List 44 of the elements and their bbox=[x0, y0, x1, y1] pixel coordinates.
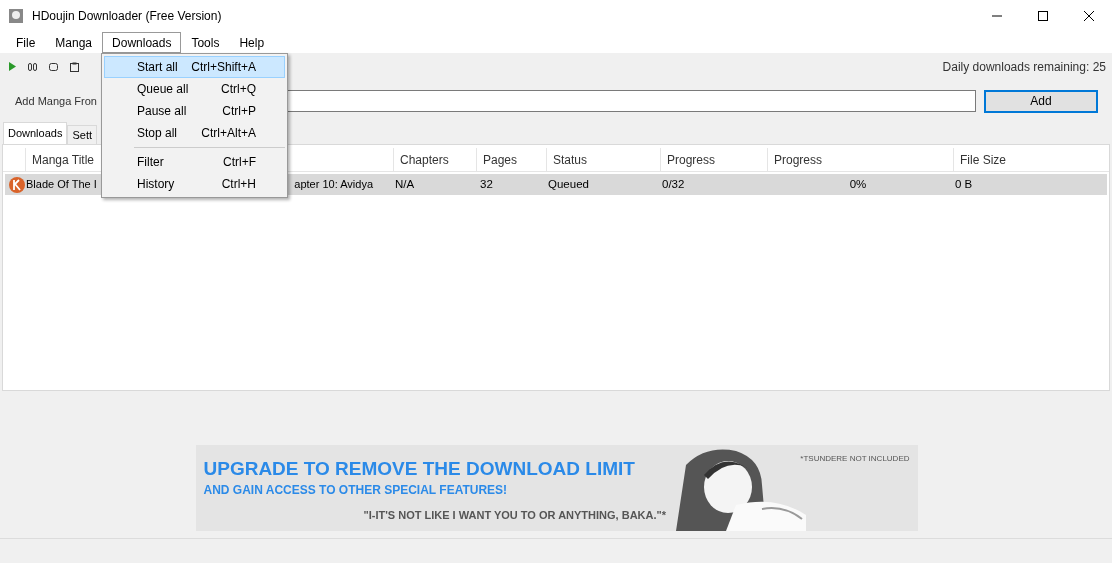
menu-entry[interactable]: Start all Ctrl+Shift+A bbox=[104, 56, 285, 78]
table-cell-text: N/A bbox=[394, 176, 416, 192]
menu-entry[interactable]: Stop all Ctrl+Alt+A bbox=[104, 122, 285, 144]
table-cell-text: apter 10: Avidya bbox=[294, 177, 373, 193]
menu-item[interactable]: Help bbox=[229, 32, 275, 53]
pause-icon[interactable] bbox=[28, 62, 37, 71]
window-title: HDoujin Downloader (Free Version) bbox=[32, 8, 222, 25]
progress-percent: 0% bbox=[848, 176, 868, 192]
menu-item[interactable]: File bbox=[6, 32, 46, 53]
banner-note: *TSUNDERE NOT INCLUDED bbox=[800, 453, 910, 465]
table-cell-text: Blade Of The I bbox=[25, 177, 97, 193]
daily-downloads-remaining: Daily downloads remaining: 25 bbox=[942, 58, 1106, 76]
tab[interactable]: Downloads bbox=[3, 122, 68, 144]
add-button[interactable]: Add bbox=[984, 89, 1098, 113]
clipboard-icon[interactable] bbox=[70, 61, 79, 72]
close-icon bbox=[1084, 11, 1094, 21]
tab[interactable]: Sett bbox=[67, 125, 97, 144]
maximize-icon bbox=[1038, 11, 1048, 21]
menu-entry[interactable]: History Ctrl+H bbox=[104, 173, 285, 195]
column-header[interactable]: File Size bbox=[953, 148, 1109, 172]
upgrade-banner[interactable]: UPGRADE TO REMOVE THE DOWNLOAD LIMIT AND GAIN ACCESS TO OTHER SPECIAL FEATURES! "I-IT'S NOT LIKE I WANT YOU TO OR ANYTHING, BAKA."* *TSUNDERE NOT INCLUDED bbox=[195, 445, 918, 531]
menu-item[interactable]: Manga bbox=[45, 32, 103, 53]
menu-item[interactable]: Downloads bbox=[102, 32, 182, 53]
app-icon bbox=[8, 8, 24, 24]
banner-headline: UPGRADE TO REMOVE THE DOWNLOAD LIMIT bbox=[203, 457, 635, 481]
menu-entry[interactable]: Pause all Ctrl+P bbox=[104, 100, 285, 122]
table-cell-text: Queued bbox=[547, 176, 590, 192]
stop-icon[interactable] bbox=[49, 62, 58, 71]
menu-item[interactable]: Tools bbox=[181, 32, 230, 53]
menu-entry[interactable]: Queue all Ctrl+Q bbox=[104, 78, 285, 100]
source-logo-icon bbox=[9, 176, 25, 193]
banner-subline: AND GAIN ACCESS TO OTHER SPECIAL FEATURES! bbox=[203, 482, 508, 499]
column-header[interactable]: Chapters bbox=[393, 148, 476, 172]
table-cell-text: 32 bbox=[479, 176, 494, 192]
column-header[interactable]: Pages bbox=[476, 148, 546, 172]
column-header[interactable]: Progress bbox=[660, 148, 767, 172]
column-header[interactable]: Progress bbox=[767, 148, 953, 172]
add-manga-label: Add Manga Fron bbox=[15, 93, 97, 109]
banner-quote: "I-IT'S NOT LIKE I WANT YOU TO OR ANYTHING, BAKA."* bbox=[363, 508, 667, 523]
table-cell-text: 0/32 bbox=[661, 176, 686, 192]
column-header[interactable]: Status bbox=[546, 148, 660, 172]
menu-entry[interactable]: Filter Ctrl+F bbox=[104, 151, 285, 173]
play-icon[interactable] bbox=[8, 62, 16, 71]
table-cell-text: 0 B bbox=[954, 176, 974, 192]
